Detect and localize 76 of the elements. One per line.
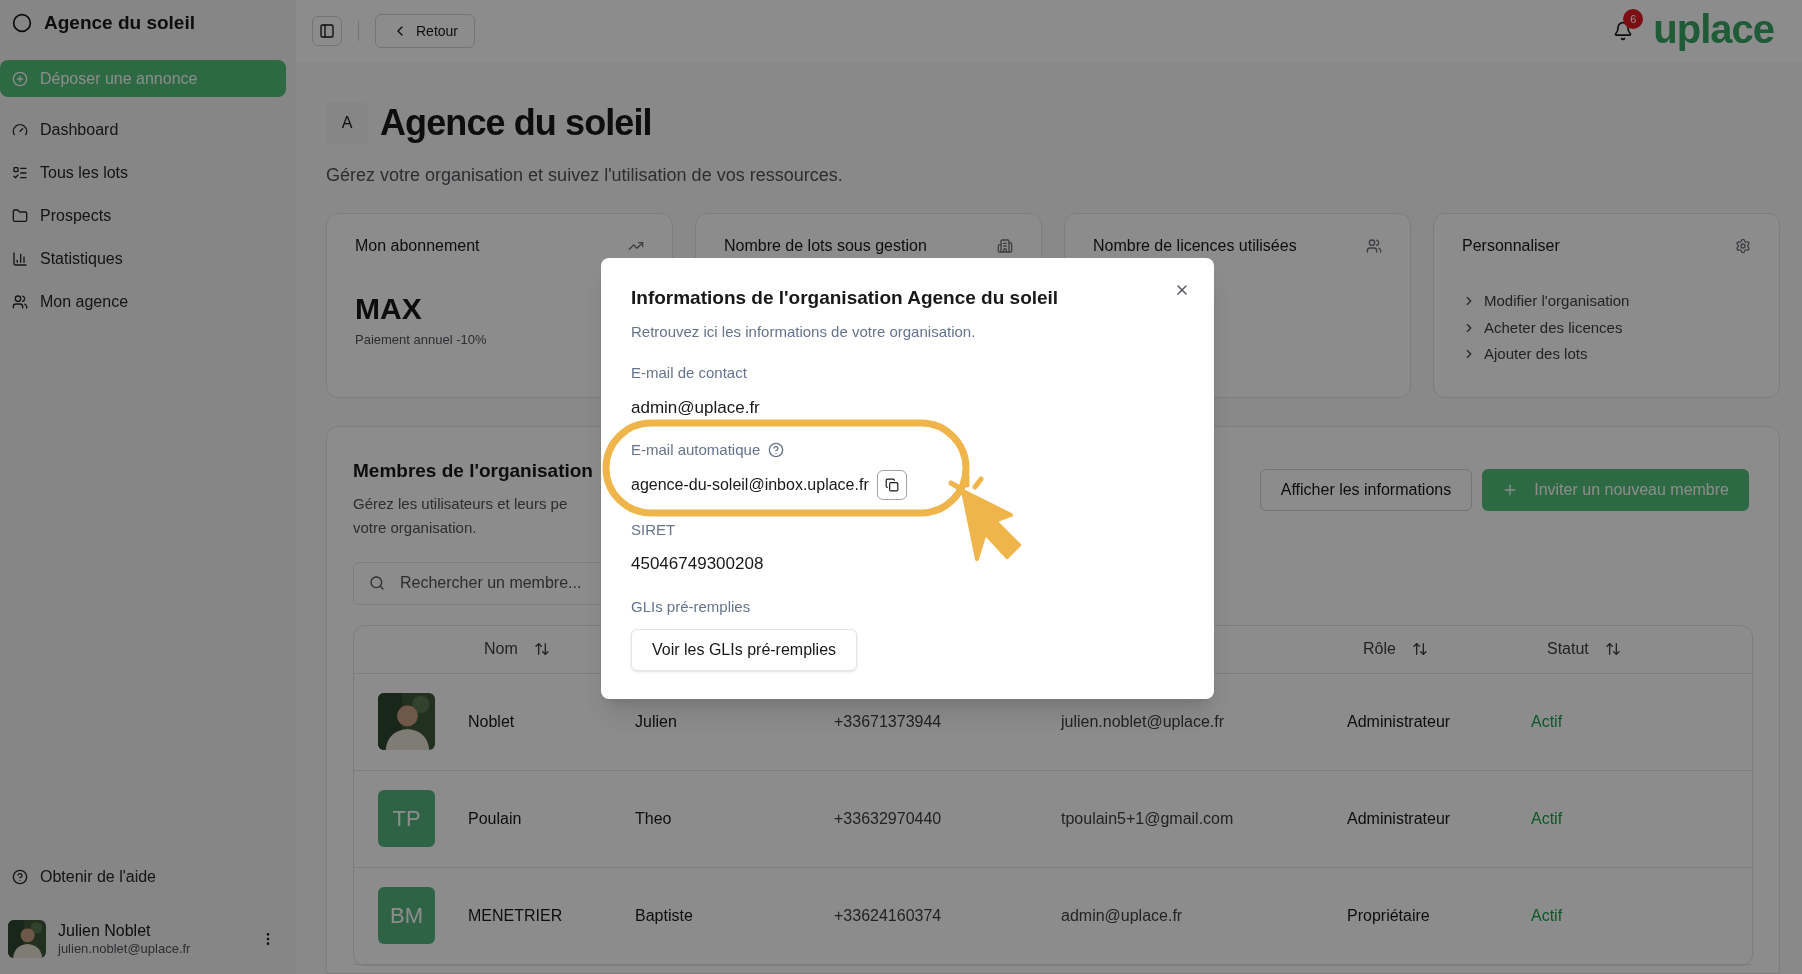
notification-badge: 6 (1623, 9, 1644, 29)
table-cell-text: Poulain (468, 808, 523, 829)
table-cell-text: julien.noblet@uplace.fr (1061, 711, 1225, 732)
sidebar-toggle[interactable] (312, 16, 342, 46)
table-cell-text: admin@uplace.fr (1061, 905, 1184, 926)
card-icon (1366, 238, 1382, 254)
table-cell-text: MENETRIER (468, 905, 564, 926)
table-cell-text: Noblet (468, 711, 516, 732)
logo-icon (12, 13, 32, 33)
user-email: julien.noblet@uplace.fr (58, 940, 192, 958)
table-cell-text: Administrateur (1347, 808, 1452, 829)
help-link[interactable]: Obtenir de l'aide (0, 860, 296, 894)
avatar: TP (378, 790, 435, 847)
help-icon (12, 869, 28, 885)
nav-item[interactable]: Prospects (0, 199, 296, 233)
nav-item[interactable]: Tous les lots (0, 156, 296, 190)
column-header[interactable]: Rôle (1347, 637, 1531, 661)
field-label: E-mail automatique (631, 440, 761, 460)
bell-icon[interactable] (1613, 21, 1634, 41)
avatar: BM (378, 887, 435, 944)
table-cell-text: Baptiste (635, 905, 694, 926)
section-description: Gérez les utilisateurs et leurs pe (353, 493, 569, 514)
back-button[interactable]: Retour (375, 14, 476, 48)
page-title: Agence du soleil (380, 101, 652, 145)
help-icon[interactable] (768, 442, 785, 459)
nav-item[interactable]: Dashboard (0, 113, 296, 147)
table-cell-text: +33671373944 (834, 711, 943, 732)
organization-name: Agence du soleil (44, 10, 195, 35)
sort-icon (1411, 641, 1428, 657)
table-cell-text: tpoulain5+1@gmail.com (1061, 808, 1235, 829)
card-icon (997, 238, 1013, 254)
card-title: Personnaliser (1462, 236, 1560, 256)
status-text: Actif (1531, 905, 1564, 926)
table-cell-text: Propriétaire (1347, 905, 1431, 926)
table-cell-text: +33624160374 (834, 905, 943, 926)
copy-button[interactable] (876, 469, 907, 500)
nav-icon (12, 251, 28, 267)
nav-item[interactable]: Statistiques (0, 242, 296, 276)
nav-icon (12, 294, 28, 310)
card-link[interactable]: Ajouter des lots (1462, 343, 1751, 366)
status-text: Actif (1531, 808, 1564, 829)
status-text: Actif (1531, 711, 1564, 732)
panel-icon (319, 23, 335, 39)
copy-icon (884, 477, 899, 492)
sort-icon (1604, 641, 1621, 657)
brand-logo: uplace (1653, 9, 1774, 53)
nav-icon (12, 208, 28, 224)
card-link[interactable]: Modifier l'organisation (1462, 290, 1751, 313)
dialog-title: Informations de l'organisation Agence du soleil (631, 286, 1059, 310)
card-title: Nombre de licences utilisées (1093, 236, 1297, 256)
card-title: Nombre de lots sous gestion (724, 236, 927, 256)
table-cell-text: Administrateur (1347, 711, 1452, 732)
table-cell-text: Julien (635, 711, 678, 732)
field-label: SIRET (631, 519, 676, 540)
nav-item[interactable]: Mon agence (0, 285, 296, 319)
show-info-button[interactable]: Afficher les informations (1259, 469, 1473, 511)
nav-icon (12, 165, 28, 181)
section-title: Membres de l'organisation (353, 459, 593, 483)
column-header[interactable]: Statut (1531, 637, 1752, 661)
section-description: votre organisation. (353, 517, 478, 538)
nav-icon (12, 122, 28, 138)
page-subtitle: Gérez votre organisation et suivez l'utilisation de vos ressources. (326, 164, 844, 187)
card-link[interactable]: Acheter des licences (1462, 316, 1751, 339)
table-cell-text: +33632970440 (834, 808, 943, 829)
view-glis-button[interactable]: Voir les GLIs pré-remplies (631, 629, 858, 671)
field-value: admin@uplace.fr (631, 396, 761, 419)
field-value: agence-du-soleil@inbox.uplace.fr (631, 474, 869, 495)
search-icon (369, 574, 385, 591)
card-icon (1735, 238, 1751, 254)
sort-icon (533, 641, 550, 657)
user-name: Julien Noblet (58, 920, 152, 941)
plus-circle-icon (12, 70, 28, 87)
table-cell-text: Theo (635, 808, 673, 829)
field-label: E-mail de contact (631, 363, 747, 383)
card-title: Mon abonnement (355, 236, 480, 256)
dialog-subtitle: Retrouvez ici les informations de votre organisation. (631, 321, 977, 342)
